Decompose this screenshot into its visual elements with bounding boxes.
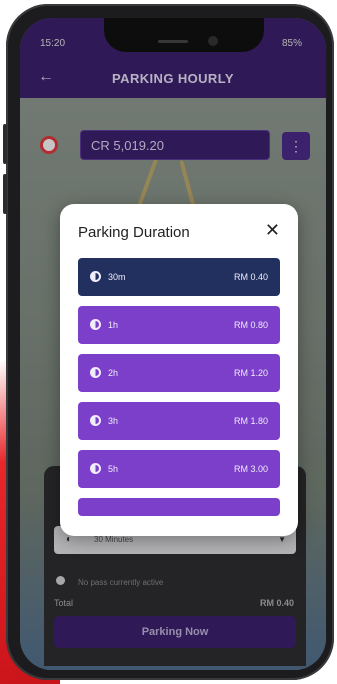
parking-duration-dialog: Parking Duration ✕ 30m RM 0.40 1h RM 0.8… bbox=[60, 204, 298, 536]
phone-screen: 15:20 85% ← PARKING HOURLY CR 5,019.20 ⋮… bbox=[20, 18, 326, 670]
duration-option-partial[interactable] bbox=[78, 498, 280, 516]
duration-option[interactable]: 3h RM 1.80 bbox=[78, 402, 280, 440]
duration-option-price: RM 0.80 bbox=[233, 320, 268, 330]
clock-icon bbox=[90, 271, 101, 282]
volume-up-button bbox=[3, 124, 7, 164]
volume-down-button bbox=[3, 174, 7, 214]
duration-option-label: 1h bbox=[108, 320, 119, 330]
duration-option-price: RM 1.20 bbox=[233, 368, 268, 378]
close-icon[interactable]: ✕ bbox=[265, 220, 280, 241]
duration-option[interactable]: 2h RM 1.20 bbox=[78, 354, 280, 392]
duration-option-price: RM 0.40 bbox=[233, 272, 268, 282]
duration-option-price: RM 3.00 bbox=[233, 464, 268, 474]
clock-icon bbox=[90, 463, 101, 474]
duration-option-label: 5h bbox=[108, 464, 119, 474]
clock-icon bbox=[90, 415, 101, 426]
duration-options-list: 30m RM 0.40 1h RM 0.80 2h RM 1.20 3h RM … bbox=[78, 258, 280, 526]
duration-option-label: 3h bbox=[108, 416, 119, 426]
phone-frame: 15:20 85% ← PARKING HOURLY CR 5,019.20 ⋮… bbox=[3, 4, 334, 680]
duration-option[interactable]: 1h RM 0.80 bbox=[78, 306, 280, 344]
duration-option-label: 30m bbox=[108, 272, 126, 282]
duration-option[interactable]: 5h RM 3.00 bbox=[78, 450, 280, 488]
clock-icon bbox=[90, 367, 101, 378]
duration-option-label: 2h bbox=[108, 368, 119, 378]
clock-icon bbox=[90, 319, 101, 330]
duration-option-price: RM 1.80 bbox=[233, 416, 268, 426]
duration-option[interactable]: 30m RM 0.40 bbox=[78, 258, 280, 296]
dialog-title: Parking Duration bbox=[78, 224, 190, 241]
